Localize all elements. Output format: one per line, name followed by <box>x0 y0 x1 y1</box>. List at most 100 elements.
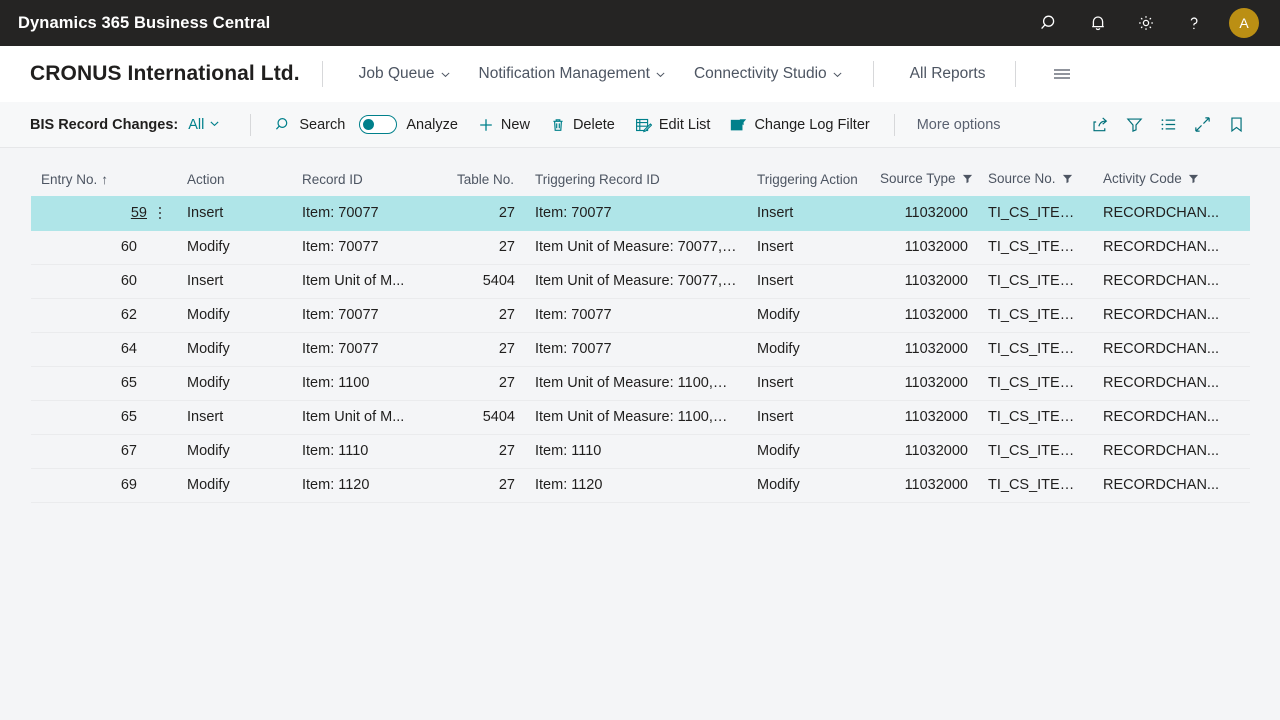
cell-triggering-record-id[interactable]: Item: 70077 <box>525 332 747 367</box>
analyze-label[interactable]: Analyze <box>406 111 468 139</box>
table-row[interactable]: 69 Modify Item: 1120 27 Item: 1120 Modify 1103… <box>31 468 1250 503</box>
column-header-table-no[interactable]: Table No. <box>447 162 525 196</box>
collapse-icon[interactable] <box>1186 108 1218 142</box>
cell-table-no[interactable]: 5404 <box>447 400 525 435</box>
cell-table-no[interactable]: 27 <box>447 298 525 333</box>
filter-icon[interactable] <box>1118 108 1150 142</box>
share-icon[interactable] <box>1084 108 1116 142</box>
column-header-activity-code[interactable]: Activity Code <box>1093 162 1250 196</box>
nav-item-notification-management[interactable]: Notification Management <box>465 59 680 89</box>
cell-source-no[interactable]: TI_CS_ITEM.OU... <box>978 298 1093 333</box>
search-icon[interactable] <box>1028 0 1072 46</box>
cell-triggering-action[interactable]: Modify <box>747 434 870 469</box>
avatar[interactable]: A <box>1220 0 1268 46</box>
cell-entry-no[interactable]: 64 <box>31 332 177 367</box>
cell-action[interactable]: Modify <box>177 468 292 503</box>
cell-activity-code[interactable]: RECORDCHAN... <box>1093 332 1250 367</box>
cell-triggering-record-id[interactable]: Item Unit of Measure: 70077,PCS <box>525 230 747 265</box>
cell-source-type[interactable]: 11032000 <box>870 298 978 333</box>
cell-entry-no[interactable]: 67 <box>31 434 177 469</box>
cell-triggering-record-id[interactable]: Item: 1120 <box>525 468 747 503</box>
cell-table-no[interactable]: 27 <box>447 230 525 265</box>
bookmark-icon[interactable] <box>1220 108 1252 142</box>
search-button[interactable]: Search <box>265 110 355 139</box>
cell-record-id[interactable]: Item: 70077 <box>292 196 447 231</box>
cell-record-id[interactable]: Item: 1110 <box>292 434 447 469</box>
cell-table-no[interactable]: 27 <box>447 332 525 367</box>
gear-icon[interactable] <box>1124 0 1168 46</box>
cell-record-id[interactable]: Item: 70077 <box>292 230 447 265</box>
hamburger-icon[interactable] <box>1038 60 1086 88</box>
nav-item-all-reports[interactable]: All Reports <box>896 59 1000 89</box>
filter-icon[interactable] <box>962 172 973 187</box>
cell-action[interactable]: Insert <box>177 196 292 231</box>
cell-source-type[interactable]: 11032000 <box>870 264 978 299</box>
cell-record-id[interactable]: Item Unit of M... <box>292 400 447 435</box>
cell-action[interactable]: Modify <box>177 298 292 333</box>
filter-icon[interactable] <box>1062 172 1073 187</box>
nav-item-job-queue[interactable]: Job Queue <box>345 59 465 89</box>
cell-table-no[interactable]: 27 <box>447 434 525 469</box>
table-row[interactable]: 67 Modify Item: 1110 27 Item: 1110 Modify 1103… <box>31 434 1250 469</box>
column-header-source-no[interactable]: Source No. <box>978 162 1093 196</box>
cell-activity-code[interactable]: RECORDCHAN... <box>1093 366 1250 401</box>
cell-source-type[interactable]: 11032000 <box>870 196 978 231</box>
cell-source-no[interactable]: TI_CS_ITEM.OU... <box>978 196 1093 231</box>
table-row[interactable]: 60 Modify Item: 70077 27 Item Unit of Measur… <box>31 230 1250 265</box>
filter-icon[interactable] <box>1188 172 1199 187</box>
cell-source-type[interactable]: 11032000 <box>870 468 978 503</box>
row-menu-icon[interactable] <box>147 206 173 219</box>
cell-entry-no[interactable]: 62 <box>31 298 177 333</box>
cell-triggering-record-id[interactable]: Item Unit of Measure: 70077,PCS <box>525 264 747 299</box>
cell-triggering-record-id[interactable]: Item: 1110 <box>525 434 747 469</box>
new-button[interactable]: New <box>468 111 540 139</box>
cell-record-id[interactable]: Item: 70077 <box>292 332 447 367</box>
cell-source-no[interactable]: TI_CS_ITEM.OU... <box>978 264 1093 299</box>
table-row[interactable]: 64 Modify Item: 70077 27 Item: 70077 Modify 11… <box>31 332 1250 367</box>
cell-triggering-record-id[interactable]: Item Unit of Measure: 1100,BOX <box>525 366 747 401</box>
cell-action[interactable]: Modify <box>177 366 292 401</box>
analyze-toggle[interactable] <box>359 115 398 134</box>
cell-source-no[interactable]: TI_CS_ITEM.OU... <box>978 434 1093 469</box>
table-row[interactable]: 65 Insert Item Unit of M... 5404 Item Unit o… <box>31 400 1250 435</box>
cell-activity-code[interactable]: RECORDCHAN... <box>1093 400 1250 435</box>
cell-triggering-action[interactable]: Insert <box>747 264 870 299</box>
cell-source-type[interactable]: 11032000 <box>870 366 978 401</box>
cell-activity-code[interactable]: RECORDCHAN... <box>1093 298 1250 333</box>
cell-triggering-record-id[interactable]: Item Unit of Measure: 1100,BOX <box>525 400 747 435</box>
cell-record-id[interactable]: Item: 1120 <box>292 468 447 503</box>
table-row[interactable]: 59 Insert Item: 70077 27 Item: 70077 Insert 11… <box>31 196 1250 231</box>
cell-source-no[interactable]: TI_CS_ITEM.OU... <box>978 332 1093 367</box>
cell-source-type[interactable]: 11032000 <box>870 332 978 367</box>
nav-item-connectivity-studio[interactable]: Connectivity Studio <box>680 59 857 89</box>
cell-activity-code[interactable]: RECORDCHAN... <box>1093 264 1250 299</box>
cell-table-no[interactable]: 27 <box>447 196 525 231</box>
cell-table-no[interactable]: 5404 <box>447 264 525 299</box>
change-log-filter-button[interactable]: Change Log Filter <box>720 111 879 139</box>
cell-triggering-action[interactable]: Modify <box>747 468 870 503</box>
cell-activity-code[interactable]: RECORDCHAN... <box>1093 468 1250 503</box>
column-header-triggering-record-id[interactable]: Triggering Record ID <box>525 162 747 196</box>
cell-source-type[interactable]: 11032000 <box>870 400 978 435</box>
cell-activity-code[interactable]: RECORDCHAN... <box>1093 230 1250 265</box>
cell-triggering-action[interactable]: Modify <box>747 332 870 367</box>
more-options-button[interactable]: More options <box>909 111 1009 139</box>
cell-activity-code[interactable]: RECORDCHAN... <box>1093 434 1250 469</box>
cell-triggering-action[interactable]: Insert <box>747 366 870 401</box>
cell-entry-no[interactable]: 65 <box>31 366 177 401</box>
cell-triggering-action[interactable]: Insert <box>747 196 870 231</box>
column-header-action[interactable]: Action <box>177 162 292 196</box>
cell-entry-no[interactable]: 60 <box>31 230 177 265</box>
cell-source-no[interactable]: TI_CS_ITEM.OU... <box>978 230 1093 265</box>
column-header-entry-no[interactable]: Entry No. ↑ <box>31 162 177 196</box>
column-header-triggering-action[interactable]: Triggering Action <box>747 162 870 196</box>
column-header-source-type[interactable]: Source Type <box>870 162 978 196</box>
cell-source-type[interactable]: 11032000 <box>870 230 978 265</box>
cell-record-id[interactable]: Item: 1100 <box>292 366 447 401</box>
cell-entry-no[interactable]: 69 <box>31 468 177 503</box>
cell-entry-no[interactable]: 60 <box>31 264 177 299</box>
cell-record-id[interactable]: Item: 70077 <box>292 298 447 333</box>
cell-action[interactable]: Modify <box>177 434 292 469</box>
table-row[interactable]: 62 Modify Item: 70077 27 Item: 70077 Modify 11… <box>31 298 1250 333</box>
cell-table-no[interactable]: 27 <box>447 468 525 503</box>
